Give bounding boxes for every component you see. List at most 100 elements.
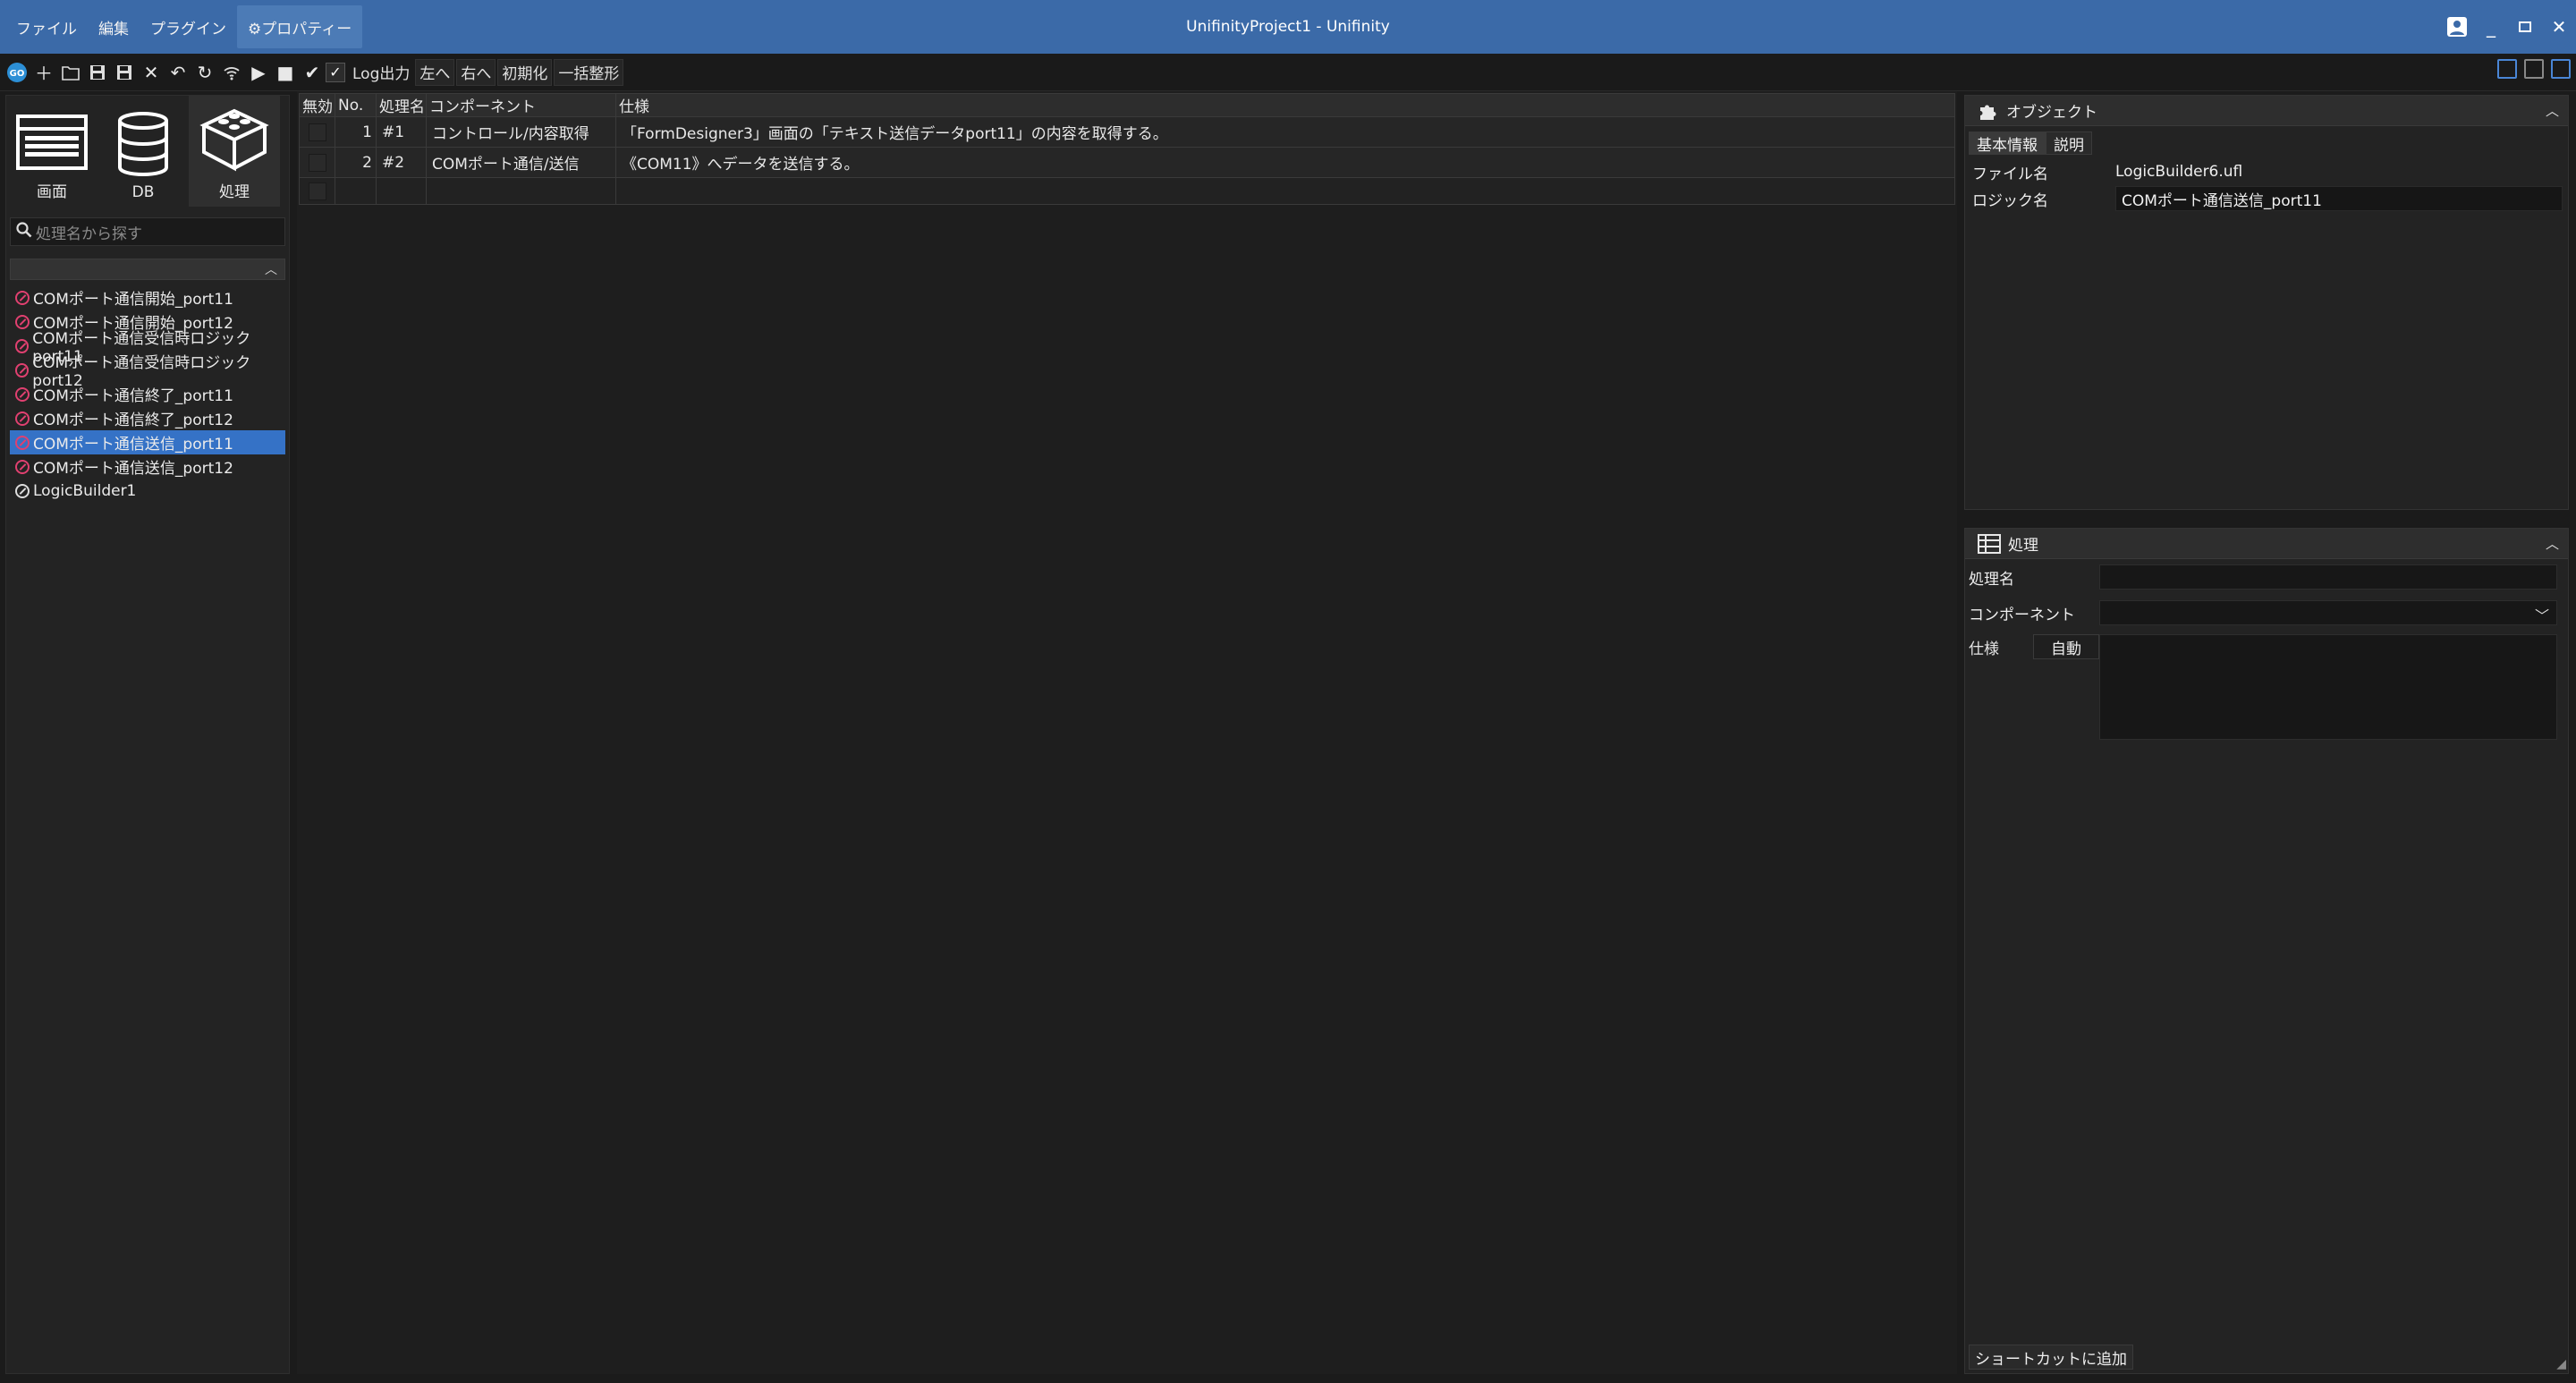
file-name-row: ファイル名 LogicBuilder6.ufl [1965,158,2568,185]
search-input[interactable]: 処理名から探す [10,217,285,246]
object-tabs: 基本情報 説明 [1969,132,2568,155]
logic-item[interactable]: LogicBuilder1 [10,479,285,503]
save-all-icon[interactable] [111,58,138,87]
move-left-button[interactable]: 左へ [415,58,455,86]
component-select[interactable]: ﹀ [2099,600,2557,625]
logic-item-label: COMポート通信開始_port11 [33,291,233,309]
chevron-up-icon[interactable]: ︿ [2546,101,2559,120]
table-row[interactable]: 2 #2 COMポート通信/送信 《COM11》へデータを送信する。 [299,147,1955,178]
open-folder-icon[interactable] [57,58,84,87]
log-checkbox[interactable]: ✓ [326,62,345,82]
auto-button[interactable]: 自動 [2033,634,2099,659]
layout-switcher [2497,59,2571,79]
table-header-row: 無効 No. 処理名 コンポーネント 仕様 [299,93,1955,117]
bulk-format-button[interactable]: 一括整形 [554,58,624,86]
object-panel-title: オブジェクト [2006,104,2097,122]
logic-item[interactable]: COMポート通信送信_port12 [10,454,285,479]
menu-edit[interactable]: 編集 [88,0,140,54]
tab-basic-info[interactable]: 基本情報 [1969,132,2046,155]
logic-item[interactable]: COMポート通信開始_port11 [10,285,285,310]
logic-group-header[interactable]: ︿ [10,259,285,280]
check-icon[interactable]: ✔ [299,58,326,87]
file-name-label: ファイル名 [1972,165,2048,183]
col-name[interactable]: 処理名 [376,93,427,117]
layout-left-icon[interactable] [2497,59,2517,79]
save-icon[interactable] [84,58,111,87]
category-tabs: 画面 DB 処理 [6,96,289,207]
logic-item[interactable]: COMポート通信終了_port12 [10,406,285,430]
table-row[interactable]: 1 #1 コントロール/内容取得 「FormDesigner3」画面の「テキスト… [299,116,1955,148]
logic-name-label: ロジック名 [1972,191,2048,210]
logic-icon [15,386,30,402]
toolbar: GO ＋ ✕ ↶ ↻ ▶ ■ ✔ ✓ Log出力 左へ 右へ 初期化 一括整形 [0,54,2576,91]
initialize-button[interactable]: 初期化 [497,58,553,86]
component-label: コンポーネント [1969,606,2075,624]
wifi-icon[interactable] [218,58,245,87]
refresh-icon[interactable]: ↻ [191,58,218,87]
row-no: 2 [335,147,377,178]
add-icon[interactable]: ＋ [30,58,57,87]
add-shortcut-button[interactable]: ショートカットに追加 [1969,1345,2133,1370]
logic-item-label: COMポート通信送信_port12 [33,460,233,478]
move-right-button[interactable]: 右へ [456,58,496,86]
close-icon[interactable]: ✕ [138,58,165,87]
col-disabled[interactable]: 無効 [299,93,335,117]
logic-list: COMポート通信開始_port11 COMポート通信開始_port12 COMポ… [10,285,285,503]
play-icon[interactable]: ▶ [245,58,272,87]
logic-item[interactable]: COMポート通信受信時ロジックport12 [10,354,285,390]
menu-properties[interactable]: ⚙プロパティー [237,5,363,48]
resize-grip-icon[interactable]: ◢ [2556,1357,2566,1371]
col-component[interactable]: コンポーネント [426,93,616,117]
spec-row: 仕様 自動 [1965,634,2568,740]
layout-right-icon[interactable] [2551,59,2571,79]
maximize-icon[interactable] [2508,9,2542,45]
logic-icon [15,290,30,305]
undo-icon[interactable]: ↶ [165,58,191,87]
spec-label: 仕様 [1969,640,1999,658]
table-row-new[interactable] [299,177,1955,205]
logic-item-label: COMポート通信終了_port11 [33,387,233,405]
row-spec: 《COM11》へデータを送信する。 [615,147,1955,178]
close-window-icon[interactable]: ✕ [2542,9,2576,45]
process-name-input[interactable] [2099,564,2557,590]
logic-item-selected[interactable]: COMポート通信送信_port11 [10,430,285,454]
right-panels: オブジェクト ︿ 基本情報 説明 ファイル名 LogicBuilder6.ufl… [1964,95,2569,1374]
chevron-up-icon[interactable]: ︿ [2546,534,2559,553]
minimize-icon[interactable]: _ [2474,9,2508,45]
category-screen-label: 画面 [37,183,67,201]
layout-center-icon[interactable] [2524,59,2544,79]
category-process[interactable]: 処理 [189,96,280,207]
disabled-checkbox[interactable] [308,182,326,200]
go-icon[interactable]: GO [4,58,30,87]
menu-plugin[interactable]: プラグイン [140,0,237,54]
category-db[interactable]: DB [97,96,189,207]
database-icon [118,112,168,176]
process-panel-header: 処理 ︿ [1965,529,2568,559]
logic-icon [15,435,30,450]
component-row: コンポーネント ﹀ [1965,600,2568,625]
col-spec[interactable]: 仕様 [615,93,1955,117]
svg-text:GO: GO [10,69,25,79]
row-spec [615,177,1955,205]
stop-icon[interactable]: ■ [272,58,299,87]
search-icon [16,221,36,242]
tab-description[interactable]: 説明 [2046,132,2092,155]
logic-icon [15,362,30,378]
row-component: コントロール/内容取得 [426,116,616,148]
logic-item-label: LogicBuilder1 [33,481,137,500]
row-no [335,177,377,205]
disabled-checkbox[interactable] [308,123,326,141]
logic-icon [15,483,30,498]
spec-textarea[interactable] [2099,634,2557,740]
screen-icon [16,115,88,170]
col-no[interactable]: No. [335,93,377,117]
chevron-up-icon[interactable]: ︿ [265,260,277,278]
category-screen[interactable]: 画面 [6,96,97,207]
menu-file[interactable]: ファイル [5,0,88,54]
log-output-label[interactable]: Log出力 [349,59,413,86]
disabled-checkbox[interactable] [308,153,326,172]
user-icon[interactable] [2440,9,2474,45]
logic-icon [15,338,30,353]
blocks-icon [199,108,269,172]
logic-name-input[interactable]: COMポート通信送信_port11 [2115,186,2563,211]
